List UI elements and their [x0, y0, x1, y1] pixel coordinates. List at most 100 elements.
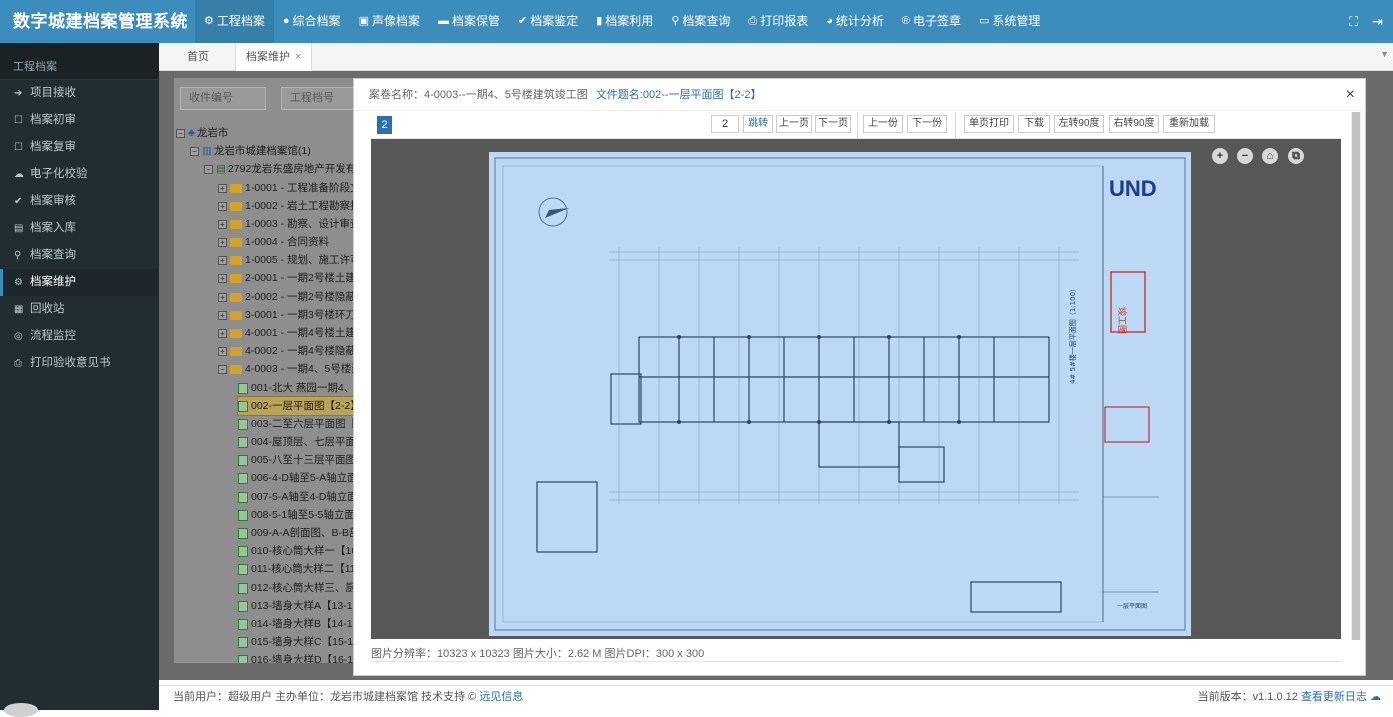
rotate-right-button[interactable]: 右转90度	[1109, 115, 1159, 133]
zoom-in-icon[interactable]: +	[1212, 148, 1228, 164]
expand-icon[interactable]: +	[218, 310, 227, 320]
sidebar-item-warehousing[interactable]: ▤ 档案入库	[0, 215, 159, 242]
tree-file[interactable]: 004-屋顶层、七层平面	[238, 433, 356, 451]
tree-file[interactable]: 009-A-A剖面图、B-B剖	[238, 524, 356, 542]
blueprint-image[interactable]: UND 竣工图 4# 5#楼一层平面图（1:100） 一层平面图	[489, 152, 1191, 636]
tree-file[interactable]: 012-核心筒大样三、厨	[238, 579, 356, 597]
back-arrow-icon[interactable]: ←	[166, 9, 188, 33]
expand-icon[interactable]: +	[218, 237, 227, 247]
nav-item-query[interactable]: ⚲ 档案查询	[662, 0, 739, 43]
reload-button[interactable]: 重新加载	[1163, 115, 1215, 133]
collapse-icon[interactable]: −	[190, 146, 199, 156]
tree-node-archive-hall[interactable]: − ▥ 龙岩市城建档案馆(1)	[190, 142, 311, 160]
download-button[interactable]: 下载	[1018, 115, 1050, 133]
sidebar-item-process-monitor[interactable]: ◎ 流程监控	[0, 323, 159, 350]
sidebar-item-first-review[interactable]: ☐ 档案初审	[0, 107, 159, 134]
sidebar-item-second-review[interactable]: ☐ 档案复审	[0, 134, 159, 161]
tree-file[interactable]: 005-八至十三层平面图	[238, 451, 356, 469]
support-link[interactable]: 远见信息	[479, 691, 523, 703]
tree-file[interactable]: 011-核心筒大样二【11	[238, 560, 356, 578]
expand-icon[interactable]: +	[218, 328, 227, 338]
tree-folder[interactable]: +1-0001 - 工程准备阶段文件	[218, 179, 356, 197]
next-page-button[interactable]: 下一页	[815, 115, 851, 133]
expand-icon[interactable]: +	[218, 201, 227, 211]
fit-screen-icon[interactable]: ⧉	[1288, 148, 1304, 164]
expand-icon[interactable]: +	[218, 255, 227, 265]
sidebar-item-recycle-bin[interactable]: ▦ 回收站	[0, 296, 159, 323]
tab-archive-maintenance[interactable]: 档案维护 ×	[235, 43, 313, 71]
expand-icon[interactable]: +	[218, 183, 227, 193]
project-file-number-input[interactable]: 工程档号	[281, 87, 361, 110]
tree-file[interactable]: 003-二至六层平面图【	[238, 415, 356, 433]
tree-file[interactable]: 015-墙身大样C【15-1	[238, 633, 353, 651]
avatar[interactable]	[4, 703, 38, 717]
tree-file[interactable]: 016-墙身大样D【16-1	[238, 651, 353, 663]
tree-file-selected[interactable]: 002-一层平面图【2-2】	[237, 396, 356, 416]
next-doc-button[interactable]: 下一份	[907, 115, 947, 133]
collapse-icon[interactable]: −	[218, 364, 227, 374]
nav-item-storage[interactable]: ▬ 档案保管	[429, 0, 509, 43]
sidebar-item-digitization-check[interactable]: ☁ 电子化校验	[0, 161, 159, 188]
prev-page-button[interactable]: 上一页	[776, 115, 812, 133]
tab-home[interactable]: 首页	[177, 43, 219, 71]
image-canvas[interactable]: UND 竣工图 4# 5#楼一层平面图（1:100） 一层平面图 + − ⌂ ⧉	[371, 139, 1341, 639]
expand-icon[interactable]: +	[218, 219, 227, 229]
prev-doc-button[interactable]: 上一份	[863, 115, 903, 133]
nav-item-e-signature[interactable]: ® 电子签章	[893, 0, 970, 43]
tree-folder[interactable]: +1-0005 - 规划、施工许可	[218, 251, 356, 269]
sidebar-item-query[interactable]: ⚲ 档案查询	[0, 242, 159, 269]
nav-item-audiovisual[interactable]: ▣ 声像档案	[350, 0, 429, 43]
nav-item-comprehensive[interactable]: ● 综合档案	[274, 0, 350, 43]
tree-file[interactable]: 001-北大 燕园一期4、	[238, 379, 354, 397]
tree-folder[interactable]: +1-0002 - 岩土工程勘察报	[218, 197, 356, 215]
expand-icon[interactable]: +	[218, 346, 227, 356]
nav-item-appraisal[interactable]: ✔ 档案鉴定	[509, 0, 587, 43]
tree-folder[interactable]: +4-0001 - 一期4号楼土建	[218, 324, 356, 342]
tree-folder[interactable]: +1-0003 - 勘察、设计审查	[218, 215, 356, 233]
tree-node-root[interactable]: − ♣ 龙岩市	[176, 124, 228, 142]
tree-folder[interactable]: +2-0001 - 一期2号楼土建	[218, 269, 356, 287]
sidebar-item-print-acceptance[interactable]: ⎙ 打印验收意见书	[0, 350, 159, 377]
tree-file[interactable]: 014-墙身大样B【14-1	[238, 615, 353, 633]
jump-button[interactable]: 跳转	[743, 115, 773, 133]
scrollbar-thumb[interactable]	[1352, 112, 1360, 640]
chevron-down-icon[interactable]: ▼	[1380, 49, 1389, 59]
scrollbar[interactable]	[1351, 112, 1361, 640]
tree-folder-expanded[interactable]: −4-0003 - 一期4、5号楼建	[218, 360, 356, 378]
tree-file[interactable]: 008-5-1轴至5-5轴立面	[238, 506, 355, 524]
tree-folder[interactable]: +1-0004 - 合同资料	[218, 233, 329, 251]
zoom-out-icon[interactable]: −	[1237, 148, 1253, 164]
reset-view-icon[interactable]: ⌂	[1262, 148, 1278, 164]
tree-node-company[interactable]: − ▤ 2792龙岩东盛房地产开发有限	[204, 160, 356, 178]
search-icon: ⚲	[14, 250, 22, 261]
close-icon[interactable]: ×	[295, 51, 301, 63]
tree-file[interactable]: 010-核心筒大样一【10	[238, 542, 356, 560]
tree-folder[interactable]: +2-0002 - 一期2号楼隐蔽	[218, 288, 356, 306]
nav-item-statistics[interactable]: ◕ 统计分析	[817, 0, 893, 43]
rotate-left-button[interactable]: 左转90度	[1054, 115, 1104, 133]
nav-item-system[interactable]: ▭ 系统管理	[970, 0, 1049, 43]
sidebar-item-maintenance[interactable]: ⚙ 档案维护	[0, 269, 159, 296]
toolbar-divider	[955, 112, 956, 139]
collapse-icon[interactable]: −	[176, 128, 185, 138]
sidebar-item-project-receive[interactable]: ➔ 项目接收	[0, 80, 159, 107]
fullscreen-icon[interactable]: ⛶	[1349, 14, 1358, 30]
expand-icon[interactable]: +	[218, 273, 227, 283]
print-page-button[interactable]: 单页打印	[964, 115, 1014, 133]
tree-file[interactable]: 007-5-A轴至4-D轴立面	[238, 488, 356, 506]
collapse-icon[interactable]: −	[204, 164, 213, 174]
nav-item-print-report[interactable]: ⎙ 打印报表	[739, 0, 817, 43]
receipt-number-input[interactable]: 收件编号	[180, 87, 266, 110]
tree-folder[interactable]: +3-0001 - 一期3号楼环刀法	[218, 306, 356, 324]
tree-folder[interactable]: +4-0002 - 一期4号楼隐蔽	[218, 342, 356, 360]
close-icon[interactable]: ×	[1346, 87, 1355, 103]
tree-file[interactable]: 013-墙身大样A【13-1	[238, 597, 353, 615]
expand-icon[interactable]: +	[218, 292, 227, 302]
tree-file[interactable]: 006-4-D轴至5-A轴立面	[238, 469, 356, 487]
logout-icon[interactable]: ⇥	[1372, 14, 1383, 30]
nav-item-engineering[interactable]: ⚙ 工程档案	[195, 0, 274, 43]
page-input[interactable]: 2	[711, 115, 739, 133]
sidebar-item-audit[interactable]: ✔ 档案审核	[0, 188, 159, 215]
changelog-link[interactable]: 查看更新日志	[1301, 691, 1367, 703]
nav-item-utilization[interactable]: ▮ 档案利用	[587, 0, 662, 43]
